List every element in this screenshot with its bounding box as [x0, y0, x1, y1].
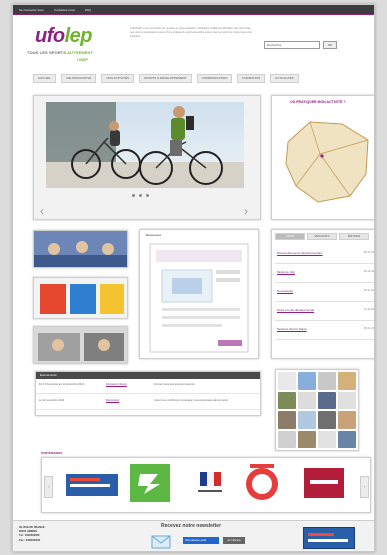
- news-tabs: INFOS RÉSULTATS ÉDITIONS: [275, 233, 369, 240]
- search-button[interactable]: OK: [323, 41, 337, 49]
- partners-next-icon[interactable]: ›: [360, 476, 369, 498]
- thumbnail-sports-3[interactable]: [33, 326, 128, 364]
- slider-next-arrow-icon[interactable]: ›: [244, 204, 248, 218]
- documents-title: Bienvenue: [146, 233, 162, 237]
- region-map-image[interactable]: [280, 114, 375, 212]
- slider-prev-arrow-icon[interactable]: ‹: [40, 204, 44, 218]
- activity-map-box[interactable]: OÙ PRATIQUER MON ACTIVITÉ ?: [271, 95, 375, 220]
- page: Se connecter avec Contactez-nous FAQ ufo…: [12, 4, 375, 552]
- footer: 39, RUE DE FRANCE 80000 AMIENS Tél : 032…: [13, 520, 374, 551]
- news-item[interactable]: Sections Sports Santé08-11-2014: [275, 324, 374, 340]
- news-item[interactable]: Rassemblements départementaux05-12-2014: [275, 248, 374, 264]
- nav-item-associative[interactable]: VIE ASSOCIATIVE: [61, 74, 97, 83]
- table-row[interactable]: Le 22 novembre 2014 Rencontres Venez vou…: [36, 397, 260, 410]
- partner-logo-1[interactable]: [64, 466, 120, 500]
- newsletter-subscribe-button[interactable]: Je m'abonne: [223, 537, 245, 544]
- nav-item-development[interactable]: SPORTS & DÉVELOPPEMENT: [138, 74, 192, 83]
- partner-logo-2[interactable]: [130, 464, 170, 502]
- nav-item-communication[interactable]: COMMUNICATION: [196, 74, 233, 83]
- sports-icons-mosaic[interactable]: [275, 369, 359, 451]
- thumbnail-sports-2[interactable]: [33, 277, 128, 319]
- slider-dots[interactable]: [132, 194, 149, 197]
- newsletter-email-input[interactable]: Votre adresse email: [183, 537, 219, 544]
- site-logo[interactable]: ufolep TOUS LES SPORTS AUTREMENT USEP: [27, 25, 119, 65]
- partners-carousel: ‹ ›: [41, 457, 371, 513]
- hero-slider[interactable]: ‹ ›: [33, 95, 261, 220]
- partner-logo-3[interactable]: [192, 466, 228, 502]
- news-box: INFOS RÉSULTATS ÉDITIONS Rassemblements …: [271, 229, 374, 359]
- newsletter-heading: Recevez notre newsletter: [161, 523, 222, 529]
- top-accent-line: [13, 14, 374, 15]
- tab-editions[interactable]: ÉDITIONS: [339, 233, 369, 240]
- partner-logo-5[interactable]: [304, 468, 344, 498]
- top-bar: Se connecter avec Contactez-nous FAQ: [13, 5, 374, 14]
- news-item[interactable]: Notre comité départemental21-11-2014: [275, 305, 374, 321]
- map-title: OÙ PRATIQUER MON ACTIVITÉ ?: [290, 100, 346, 104]
- thumbnail-sports-1[interactable]: [33, 230, 128, 268]
- table-row[interactable]: Du 17 décembre au 12 décembre 2014 Forma…: [36, 381, 260, 394]
- tab-results[interactable]: RÉSULTATS: [307, 233, 337, 240]
- nav-item-training[interactable]: FORMATION: [237, 74, 266, 83]
- nav-item-home[interactable]: ACCUEIL: [33, 74, 57, 83]
- newsletter-envelope-icon: [151, 535, 171, 549]
- partners-title: PARTENAIRES: [41, 451, 63, 455]
- footer-partner-badge[interactable]: [303, 527, 355, 549]
- nav-item-activities[interactable]: NOS ACTIVITÉS: [101, 74, 134, 83]
- document-preview-image[interactable]: [148, 242, 250, 354]
- hero-cyclists-image: [46, 102, 244, 188]
- documents-box[interactable]: Bienvenue: [139, 229, 259, 359]
- partner-logo-4[interactable]: [242, 462, 282, 504]
- footer-address: 39, RUE DE FRANCE 80000 AMIENS Tél : 032…: [19, 526, 45, 542]
- partners-prev-icon[interactable]: ‹: [44, 476, 53, 498]
- tab-infos[interactable]: INFOS: [275, 233, 305, 240]
- news-item[interactable]: Nouveautés26-11-2014: [275, 286, 374, 302]
- topbar-link-login[interactable]: Se connecter avec: [19, 8, 44, 12]
- newsletter-block: Recevez notre newsletter Votre adresse e…: [133, 523, 273, 551]
- news-item[interactable]: Mode de club02-12-2014: [275, 267, 374, 283]
- topbar-link-contact[interactable]: Contactez-nous: [54, 8, 75, 12]
- main-nav: ACCUEIL VIE ASSOCIATIVE NOS ACTIVITÉS SP…: [33, 74, 299, 83]
- nav-item-news[interactable]: ACTUALITÉS: [270, 74, 299, 83]
- topbar-link-faq[interactable]: FAQ: [85, 8, 91, 12]
- intro-text: L'UFOLEP, c'est une double vie, sportive…: [130, 27, 252, 38]
- search-input[interactable]: Recherche: [264, 41, 320, 49]
- events-table: Événements Du 17 décembre au 12 décembre…: [35, 371, 261, 416]
- events-heading: Événements: [36, 372, 260, 379]
